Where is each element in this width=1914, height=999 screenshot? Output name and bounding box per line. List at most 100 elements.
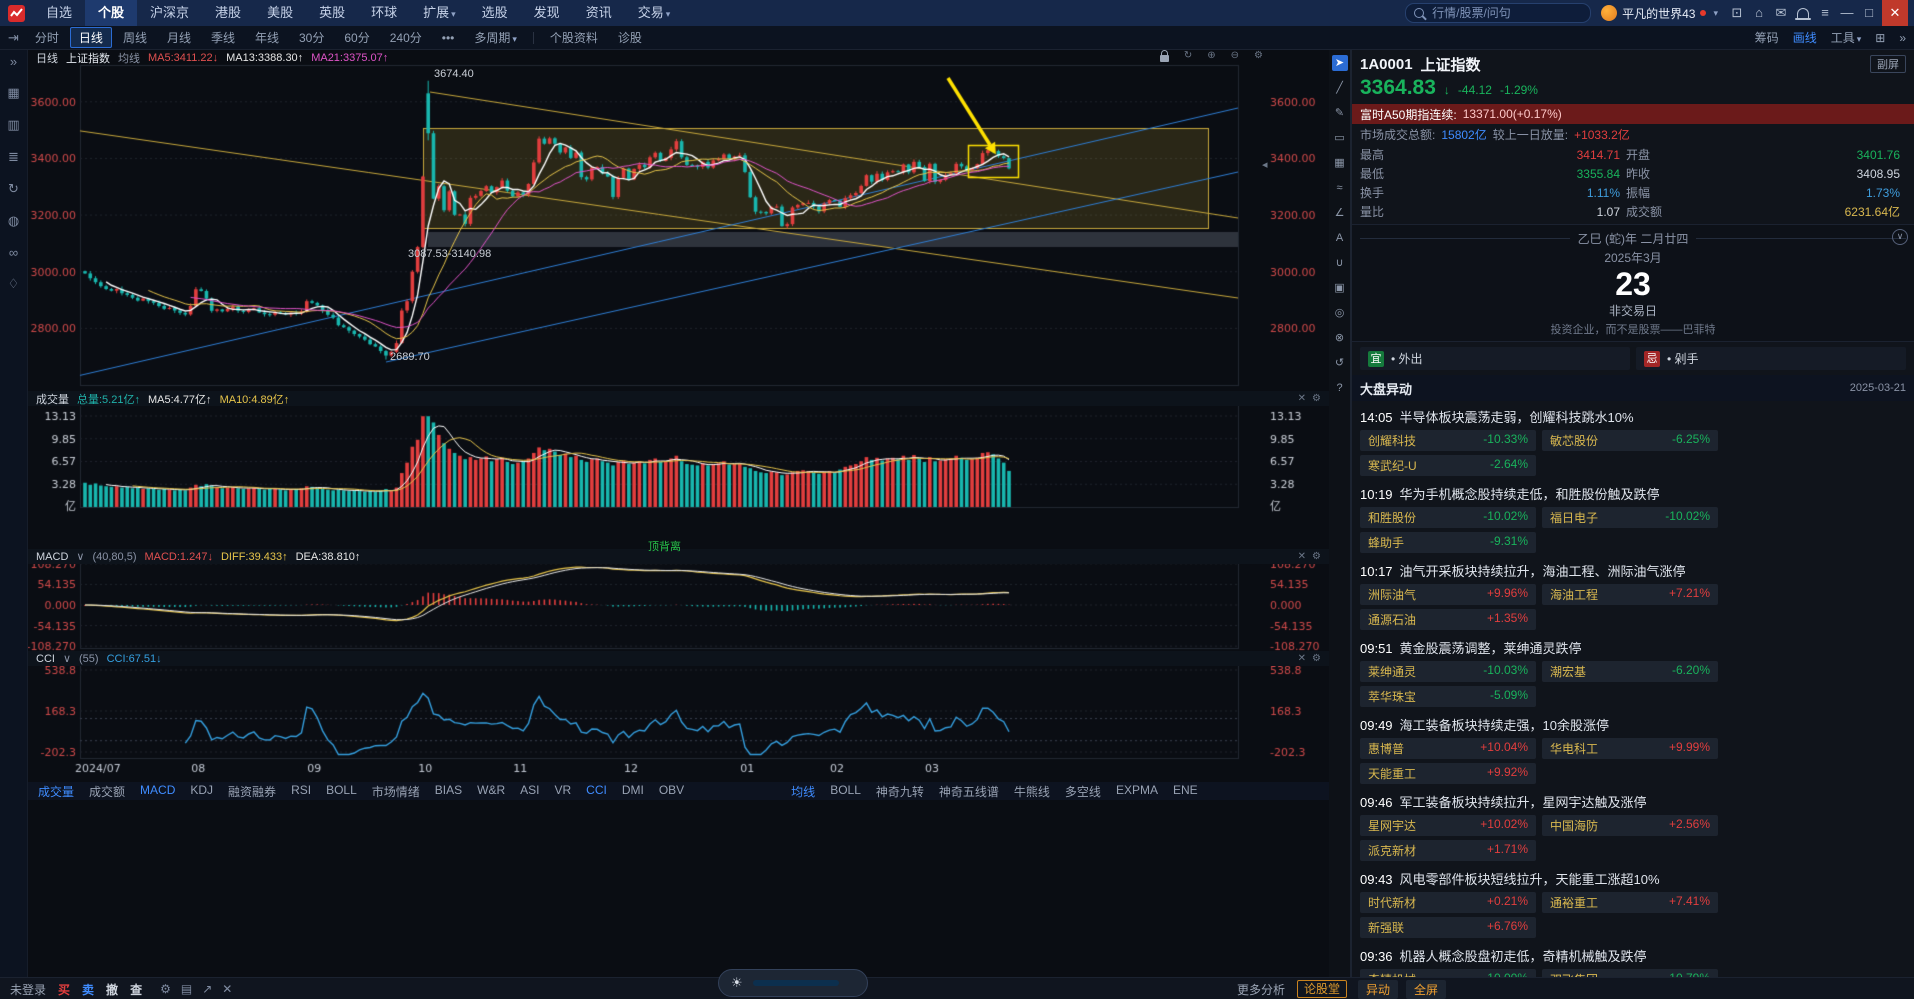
volume-title[interactable]: 成交量 [36, 391, 69, 407]
bottom-tab-全屏[interactable]: 全屏 [1406, 979, 1447, 999]
period-tab-240分[interactable]: 240分 [381, 27, 431, 48]
nav-item-沪深京[interactable]: 沪深京 [137, 0, 202, 26]
overlay-tab-牛熊线[interactable]: 牛熊线 [1014, 783, 1050, 800]
refresh-icon[interactable]: ↻ [1184, 50, 1192, 65]
overlay-tab-多空线[interactable]: 多空线 [1065, 783, 1101, 800]
stock-chip[interactable]: 和胜股份 -10.02% [1360, 507, 1536, 528]
mail-icon[interactable]: ✉ [1772, 0, 1790, 26]
kline-chart[interactable] [28, 50, 1329, 800]
indicator-tab-VR[interactable]: VR [554, 783, 571, 800]
stock-chip[interactable]: 福日电子 -10.02% [1542, 507, 1718, 528]
search-box[interactable] [1405, 3, 1592, 23]
minimize-icon[interactable]: — [1838, 0, 1856, 26]
overlay-tab-ENE[interactable]: ENE [1173, 783, 1198, 800]
ma-group-label[interactable]: 均线 [118, 50, 140, 66]
indicator-tab-成交额[interactable]: 成交额 [89, 783, 125, 800]
chat-panel-icon[interactable]: ◍ [8, 213, 19, 229]
copy-tool-icon[interactable]: ▣ [1332, 280, 1348, 296]
nav-item-扩展[interactable]: 扩展 ▾ [410, 0, 469, 26]
period-tab-月线[interactable]: 月线 [158, 27, 200, 48]
mover-item[interactable]: 10:17 油气开采板块持续拉升，海油工程、洲际油气涨停 洲际油气 +9.96% 海油工… [1352, 555, 1914, 632]
store-icon[interactable]: ⌂ [1750, 0, 1768, 26]
circle-chevron-down-icon[interactable]: ∨ [1892, 229, 1908, 245]
rect-tool-icon[interactable]: ▭ [1332, 130, 1348, 146]
period-tab-30分[interactable]: 30分 [290, 27, 333, 48]
close-pane-icon[interactable]: ✕ [1298, 393, 1306, 404]
trendline-icon[interactable]: ╱ [1332, 80, 1348, 96]
search-input[interactable] [1430, 5, 1555, 21]
diagnose-button[interactable]: 诊股 [609, 27, 651, 48]
a50-banner[interactable]: 富时A50期指连续: 13371.00(+0.17%) [1352, 104, 1914, 124]
indicator-tab-KDJ[interactable]: KDJ [190, 783, 213, 800]
stock-chip[interactable]: 华电科工 +9.99% [1542, 738, 1718, 759]
undo-tool-icon[interactable]: ↺ [1332, 355, 1348, 371]
macd-title[interactable]: MACD [36, 551, 68, 563]
indicator-tab-OBV[interactable]: OBV [659, 783, 684, 800]
collapse-right-icon[interactable]: » [1899, 31, 1906, 45]
layout-icon[interactable]: ▤ [181, 982, 192, 996]
stock-chip[interactable]: 中国海防 +2.56% [1542, 815, 1718, 836]
maximize-icon[interactable]: □ [1860, 0, 1878, 26]
indicator-tab-融资融券[interactable]: 融资融券 [228, 783, 276, 800]
expand-sidebar-icon[interactable]: » [10, 54, 17, 69]
screenshot-icon[interactable]: ⊡ [1728, 0, 1746, 26]
indicator-tab-W&R[interactable]: W&R [477, 783, 505, 800]
stock-chip[interactable]: 寒武纪-U -2.64% [1360, 455, 1536, 476]
mover-item[interactable]: 09:49 海工装备板块持续走强，10余股涨停 惠博普 +10.04% 华电科工 +9.9… [1352, 709, 1914, 786]
period-tab-日线[interactable]: 日线 [69, 27, 112, 48]
favorites-icon[interactable]: ♢ [8, 276, 20, 292]
chart-settings-icon[interactable]: ⚙ [1254, 50, 1263, 65]
user-chip[interactable]: 平凡的世界43 ▾ [1601, 5, 1718, 22]
nav-item-发现[interactable]: 发现 [521, 0, 573, 26]
chevron-down-icon[interactable]: ∨ [63, 652, 71, 665]
more-analysis-button[interactable]: 更多分析 [1237, 981, 1285, 998]
mover-item[interactable]: 14:05 半导体板块震荡走弱，创耀科技跳水10% 创耀科技 -10.33% 敏芯股份 -… [1352, 401, 1914, 478]
fullscreen-icon[interactable]: ⊞ [1875, 31, 1885, 45]
wave-tool-icon[interactable]: ≈ [1332, 180, 1348, 196]
stock-chip[interactable]: 通源石油 +1.35% [1360, 609, 1536, 630]
indicator-tab-DMI[interactable]: DMI [622, 783, 644, 800]
stock-info-button[interactable]: 个股资料 [541, 27, 607, 48]
indicator-tab-MACD[interactable]: MACD [140, 783, 175, 800]
help-tool-icon[interactable]: ? [1332, 380, 1348, 396]
stock-chip[interactable]: 奇精机械-10.00% [1360, 969, 1536, 977]
zoom-out-icon[interactable]: ⊖ [1231, 50, 1239, 65]
stock-chip[interactable]: 莱绅通灵 -10.03% [1360, 661, 1536, 682]
chevron-down-icon[interactable]: ∨ [76, 550, 84, 563]
nav-item-港股[interactable]: 港股 [202, 0, 254, 26]
indicator-tab-BOLL[interactable]: BOLL [326, 783, 357, 800]
close-pane-icon[interactable]: ✕ [1298, 551, 1306, 562]
indicator-tab-RSI[interactable]: RSI [291, 783, 311, 800]
lock-icon[interactable] [1159, 50, 1169, 65]
overlay-tab-EXPMA[interactable]: EXPMA [1116, 783, 1158, 800]
nav-item-环球[interactable]: 环球 [358, 0, 410, 26]
period-tab-季线[interactable]: 季线 [202, 27, 244, 48]
nav-item-资讯[interactable]: 资讯 [573, 0, 625, 26]
trade-query-button[interactable]: 查 [130, 981, 142, 998]
mobile-sync-icon[interactable]: ↻ [8, 181, 19, 197]
period-tab-周线[interactable]: 周线 [114, 27, 156, 48]
bottom-tab-异动[interactable]: 异动 [1358, 979, 1399, 999]
nav-item-交易[interactable]: 交易 ▾ [625, 0, 684, 26]
indicator-tab-成交量[interactable]: 成交量 [38, 783, 74, 800]
stock-chip[interactable]: 天能重工 +9.92% [1360, 763, 1536, 784]
stock-chip[interactable]: 新强联 +6.76% [1360, 917, 1536, 938]
period-tab-年线[interactable]: 年线 [246, 27, 288, 48]
nav-item-选股[interactable]: 选股 [469, 0, 521, 26]
pane-settings-icon[interactable]: ⚙ [1312, 551, 1321, 562]
overlay-tab-神奇五线谱[interactable]: 神奇五线谱 [939, 783, 999, 800]
trade-sell-button[interactable]: 卖 [82, 981, 94, 998]
pane-settings-icon[interactable]: ⚙ [1312, 393, 1321, 404]
mover-item[interactable]: 09:51 黄金股震荡调整，莱绅通灵跌停 莱绅通灵 -10.03% 潮宏基 -6.20% 萃… [1352, 632, 1914, 709]
mover-item[interactable]: 09:36 机器人概念股盘初走低，奇精机械触及跌停奇精机械-10.00% 双飞集团-… [1352, 940, 1914, 977]
nav-item-个股[interactable]: 个股 [85, 0, 138, 26]
arc-tool-icon[interactable]: ∪ [1332, 255, 1348, 271]
cci-title[interactable]: CCI [36, 653, 55, 665]
mover-item[interactable]: 10:19 华为手机概念股持续走低，和胜股份触及跌停 和胜股份 -10.02% 福日电子… [1352, 478, 1914, 555]
tool-筹码[interactable]: 筹码 [1755, 29, 1779, 46]
overlay-tab-均线[interactable]: 均线 [791, 783, 815, 800]
stock-chip[interactable]: 敏芯股份 -6.25% [1542, 430, 1718, 451]
stock-chip[interactable]: 萃华珠宝 -5.09% [1360, 686, 1536, 707]
secondary-screen-button[interactable]: 副屏 [1870, 55, 1906, 73]
target-tool-icon[interactable]: ◎ [1332, 305, 1348, 321]
